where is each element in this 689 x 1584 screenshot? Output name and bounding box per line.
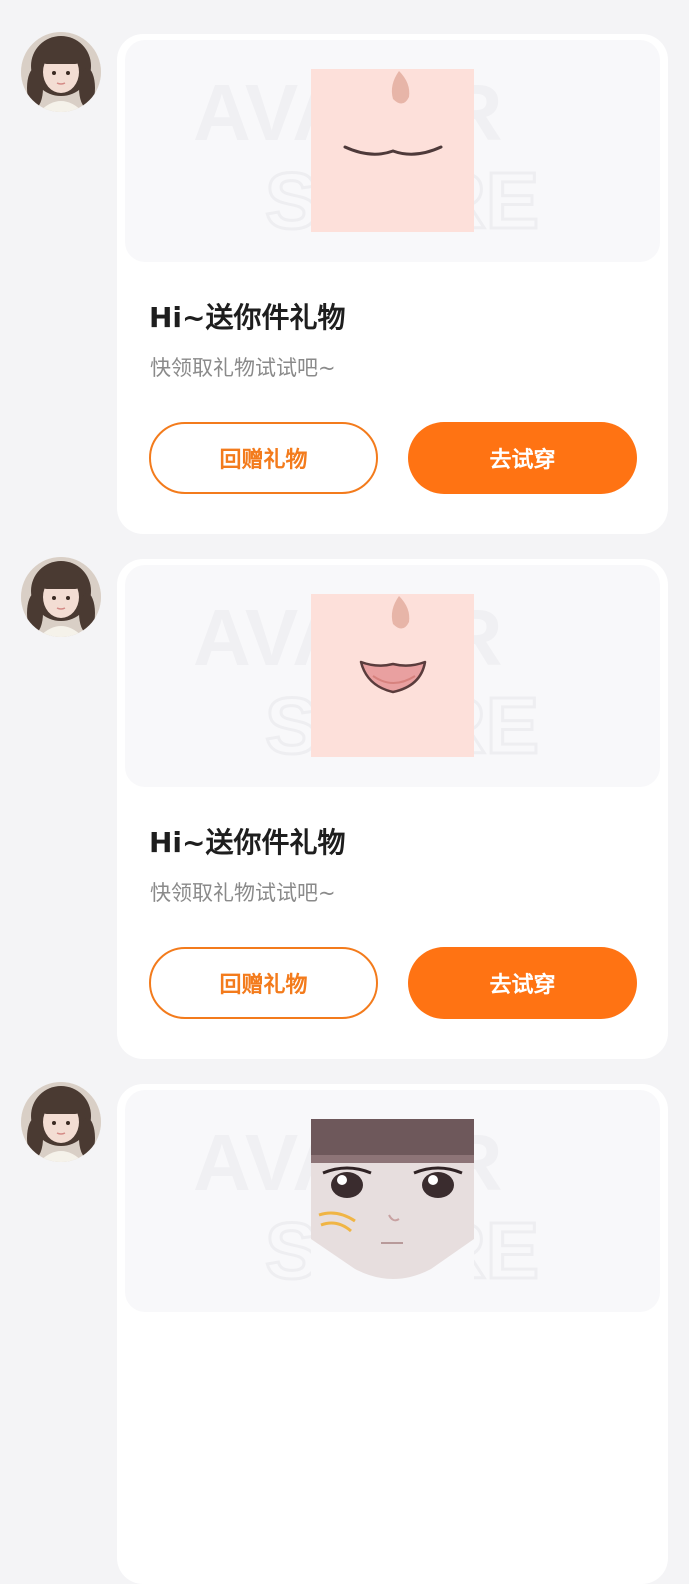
return-gift-button[interactable]: 回赠礼物 <box>149 422 378 494</box>
avatar[interactable] <box>21 32 101 112</box>
return-gift-button[interactable]: 回赠礼物 <box>149 947 378 1019</box>
gift-title: Hi~送你件礼物 <box>149 826 346 859</box>
avatar[interactable] <box>21 557 101 637</box>
try-on-button[interactable]: 去试穿 <box>408 422 637 494</box>
gift-card[interactable]: AVATAR STORE <box>117 1084 668 1584</box>
mouth-tongue-icon <box>311 594 474 757</box>
gift-card[interactable]: AVATAR STORE Hi~送你件礼物 快领取礼物试试吧~ 回赠礼物 去试穿 <box>117 559 668 1059</box>
gift-subtitle: 快领取礼物试试吧~ <box>150 881 336 905</box>
gift-card[interactable]: AVATAR STORE Hi~送你件礼物 快领取礼物试试吧~ 回赠礼物 去试穿 <box>117 34 668 534</box>
gift-preview: AVATAR STORE <box>125 565 660 787</box>
face-makeup-icon <box>311 1119 474 1282</box>
gift-preview: AVATAR STORE <box>125 40 660 262</box>
gift-title: Hi~送你件礼物 <box>149 301 346 334</box>
avatar[interactable] <box>21 1082 101 1162</box>
gift-subtitle: 快领取礼物试试吧~ <box>150 356 336 380</box>
mouth-smile-icon <box>311 69 474 232</box>
try-on-button[interactable]: 去试穿 <box>408 947 637 1019</box>
